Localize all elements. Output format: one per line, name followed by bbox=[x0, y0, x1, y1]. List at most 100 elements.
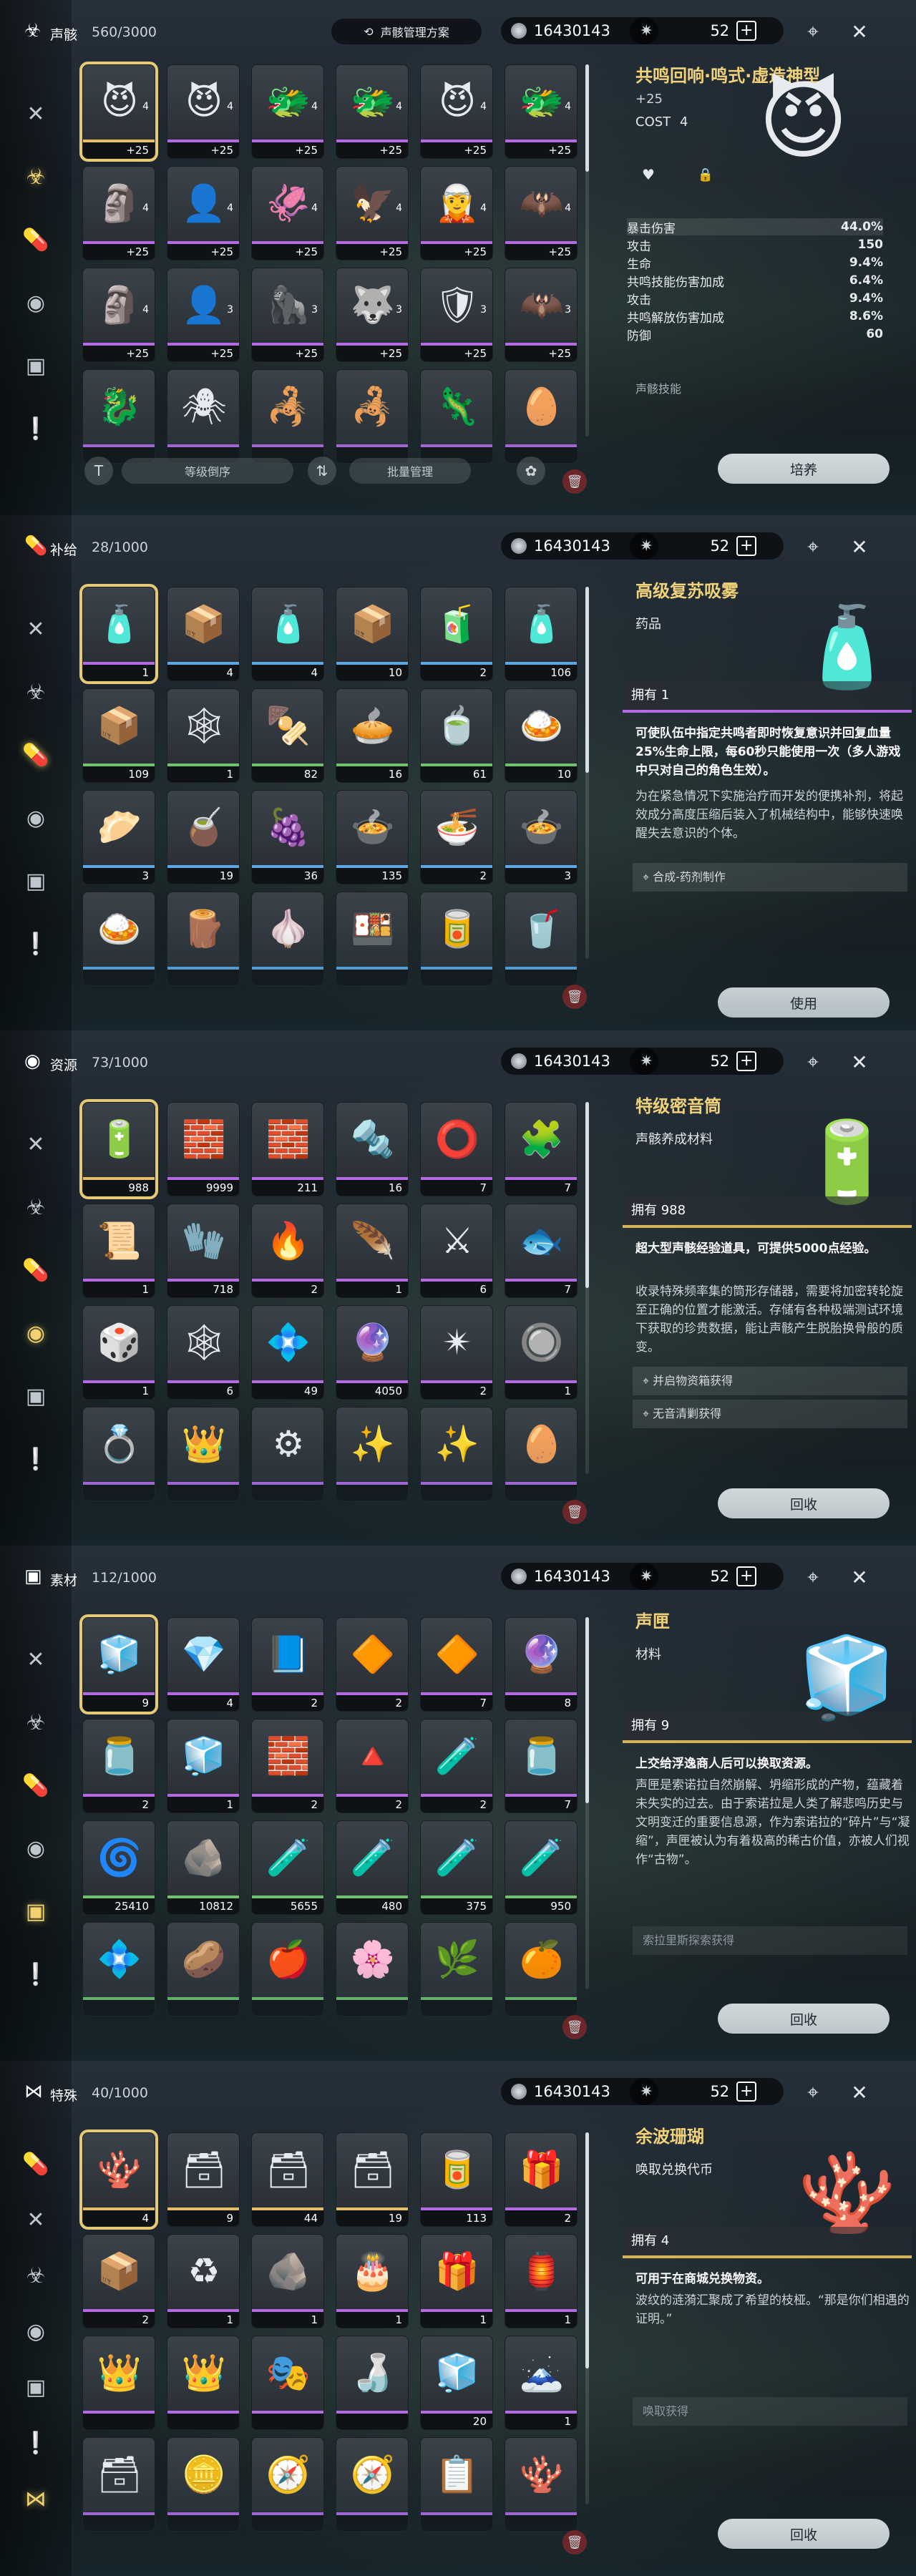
item-card[interactable]: 🍵 61 bbox=[420, 688, 493, 783]
sidebar-box-icon[interactable]: ▣ bbox=[19, 864, 53, 898]
item-card[interactable]: 🦂 bbox=[251, 369, 324, 464]
item-card[interactable]: 👑 bbox=[82, 2336, 155, 2430]
recycle-button[interactable]: 🗑 bbox=[562, 985, 587, 1009]
grid-scrollbar[interactable] bbox=[585, 587, 589, 959]
item-card[interactable]: 🥤 bbox=[505, 892, 578, 986]
recycle-button[interactable]: 🗑 bbox=[562, 469, 587, 494]
item-card[interactable]: 🧪 950 bbox=[505, 1820, 578, 1915]
item-card[interactable]: 🪶 1 bbox=[336, 1204, 409, 1298]
add-stamina-button[interactable]: + bbox=[736, 2082, 757, 2102]
item-card[interactable]: 🍛 bbox=[82, 892, 155, 986]
item-card[interactable]: 🐺 +25 3 bbox=[336, 268, 409, 362]
sidebar-box-icon[interactable]: ▣ bbox=[19, 1379, 53, 1413]
item-card[interactable]: 🦇 +25 3 bbox=[505, 268, 578, 362]
item-card[interactable]: 🍜 2 bbox=[420, 790, 493, 884]
sidebar-sword-icon[interactable]: ✕ bbox=[19, 2202, 53, 2237]
item-card[interactable]: 🏮 1 bbox=[505, 2234, 578, 2328]
item-card[interactable]: 🧱 2 bbox=[251, 1719, 324, 1813]
item-card[interactable]: 🔮 4050 bbox=[336, 1305, 409, 1400]
item-card[interactable]: 🕸 1 bbox=[167, 688, 240, 783]
item-card[interactable]: 🔘 1 bbox=[505, 1305, 578, 1400]
item-card[interactable]: 😈 +25 4 bbox=[420, 64, 493, 159]
item-card[interactable]: 🧪 375 bbox=[420, 1820, 493, 1915]
item-card[interactable]: 💠 bbox=[82, 1922, 155, 2016]
grid-scrollbar[interactable] bbox=[585, 64, 589, 436]
item-card[interactable]: 🧤 718 bbox=[167, 1204, 240, 1298]
item-card[interactable]: 🧴 4 bbox=[251, 587, 324, 681]
item-card[interactable]: 🧩 7 bbox=[505, 1102, 578, 1196]
sidebar-pill-icon[interactable]: 💊 bbox=[19, 223, 53, 257]
source-link[interactable]: ⌖ 合成-药剂制作 bbox=[633, 863, 907, 892]
item-card[interactable]: 🛡 +25 3 bbox=[420, 268, 493, 362]
item-card[interactable]: ⚔ 6 bbox=[420, 1204, 493, 1298]
item-card[interactable]: 🎁 2 bbox=[505, 2132, 578, 2227]
item-card[interactable]: 📦 109 bbox=[82, 688, 155, 783]
favorite-icon[interactable]: ♥ bbox=[635, 162, 661, 187]
scroll-thumb[interactable] bbox=[585, 1617, 589, 1803]
item-card[interactable]: 🗃 19 bbox=[336, 2132, 409, 2227]
item-card[interactable]: ⚙ bbox=[251, 1407, 324, 1501]
batch-manage-button[interactable]: 批量管理 bbox=[349, 458, 471, 484]
item-card[interactable]: 🎁 1 bbox=[420, 2234, 493, 2328]
item-card[interactable]: 🗃 9 bbox=[167, 2132, 240, 2227]
item-card[interactable]: 👑 bbox=[167, 1407, 240, 1501]
close-icon[interactable]: ✕ bbox=[847, 1049, 872, 1075]
item-card[interactable]: 🌀 25410 bbox=[82, 1820, 155, 1915]
item-card[interactable]: 🦍 +25 3 bbox=[251, 268, 324, 362]
item-card[interactable]: 🥚 bbox=[505, 1407, 578, 1501]
item-card[interactable]: 🔥 2 bbox=[251, 1204, 324, 1298]
item-card[interactable]: 🎭 bbox=[251, 2336, 324, 2430]
item-card[interactable]: 📜 1 bbox=[82, 1204, 155, 1298]
item-card[interactable]: 🪨 1 bbox=[251, 2234, 324, 2328]
item-card[interactable]: 🔶 7 bbox=[420, 1617, 493, 1712]
item-card[interactable]: 🦑 +25 4 bbox=[251, 166, 324, 260]
sort-toggle-button[interactable]: ⇅ bbox=[308, 457, 336, 485]
sidebar-pill-icon[interactable]: 💊 bbox=[19, 2147, 53, 2181]
item-card[interactable]: 🗃 44 bbox=[251, 2132, 324, 2227]
target-icon[interactable]: ⌖ bbox=[800, 19, 826, 44]
sidebar-sword-icon[interactable]: ✕ bbox=[19, 612, 53, 646]
item-card[interactable]: 🥔 bbox=[167, 1922, 240, 2016]
item-card[interactable]: 🔋 988 bbox=[79, 1099, 158, 1199]
sidebar-pill-icon[interactable]: 💊 bbox=[19, 1253, 53, 1287]
cultivate-button[interactable]: 培养 bbox=[718, 454, 890, 484]
item-card[interactable]: 🔮 8 bbox=[505, 1617, 578, 1712]
close-icon[interactable]: ✕ bbox=[847, 19, 872, 44]
source-link[interactable]: 唤取获得 bbox=[633, 2397, 907, 2426]
item-card[interactable]: 🪸 bbox=[505, 2437, 578, 2532]
item-card[interactable]: 🍛 10 bbox=[505, 688, 578, 783]
preset-button[interactable]: ✿ bbox=[517, 457, 545, 485]
scroll-thumb[interactable] bbox=[585, 1102, 589, 1288]
item-card[interactable]: 🍢 82 bbox=[251, 688, 324, 783]
item-card[interactable]: 🍲 3 bbox=[505, 790, 578, 884]
primary-action-button[interactable]: 回收 bbox=[718, 1488, 890, 1518]
sidebar-alert-icon[interactable]: ❕ bbox=[19, 1442, 53, 1476]
sidebar-pill-icon[interactable]: 💊 bbox=[19, 738, 53, 772]
item-card[interactable]: 📦 4 bbox=[167, 587, 240, 681]
grid-scrollbar[interactable] bbox=[585, 2132, 589, 2504]
sidebar-echo-icon[interactable]: ☣ bbox=[19, 2258, 53, 2293]
item-card[interactable]: 🐲 +25 4 bbox=[336, 64, 409, 159]
sidebar-crystal-icon[interactable]: ◉ bbox=[19, 286, 53, 320]
item-card[interactable]: 🗃 bbox=[82, 2437, 155, 2532]
item-card[interactable]: 🥫 113 bbox=[420, 2132, 493, 2227]
filter-button[interactable]: T bbox=[84, 457, 113, 485]
item-card[interactable]: 💠 49 bbox=[251, 1305, 324, 1400]
item-card[interactable]: 🧪 5655 bbox=[251, 1820, 324, 1915]
item-card[interactable]: ⭕ 7 bbox=[420, 1102, 493, 1196]
item-card[interactable]: 🧊 20 bbox=[420, 2336, 493, 2430]
item-card[interactable]: 🧱 211 bbox=[251, 1102, 324, 1196]
target-icon[interactable]: ⌖ bbox=[800, 1564, 826, 1590]
item-card[interactable]: 🧪 2 bbox=[420, 1719, 493, 1813]
item-card[interactable]: 🧪 480 bbox=[336, 1820, 409, 1915]
item-card[interactable]: 🔶 2 bbox=[336, 1617, 409, 1712]
recycle-button[interactable]: 🗑 bbox=[562, 2015, 587, 2039]
item-card[interactable]: 🗻 1 bbox=[505, 2336, 578, 2430]
item-card[interactable]: 🪨 10812 bbox=[167, 1820, 240, 1915]
item-card[interactable]: ✨ bbox=[420, 1407, 493, 1501]
recycle-button[interactable]: 🗑 bbox=[562, 2530, 587, 2555]
close-icon[interactable]: ✕ bbox=[847, 2079, 872, 2105]
item-card[interactable]: 🧃 2 bbox=[420, 587, 493, 681]
item-card[interactable]: 📦 2 bbox=[82, 2234, 155, 2328]
item-card[interactable]: 🌿 bbox=[420, 1922, 493, 2016]
